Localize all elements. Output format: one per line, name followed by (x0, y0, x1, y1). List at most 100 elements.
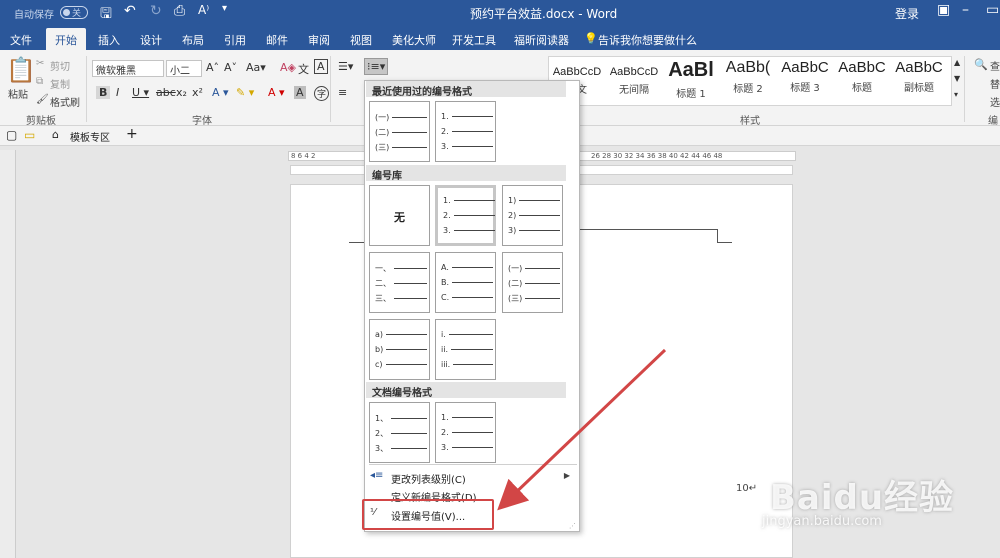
text-effects-icon[interactable]: A ▾ (212, 86, 229, 99)
font-name-combo[interactable]: 微软雅黑 (92, 60, 164, 77)
tile-line (386, 349, 427, 350)
numbering-format-tile[interactable]: a) b) c) (369, 319, 430, 380)
numbering-format-tile[interactable]: (一) (二) (三) (502, 252, 563, 313)
folder-icon[interactable]: ▭ (24, 128, 35, 142)
tile-row: a) (375, 330, 427, 339)
print-preview-icon[interactable]: ⎙ (174, 3, 185, 19)
tab-beautify[interactable]: 美化大师 (392, 32, 436, 48)
find-icon[interactable]: 🔍 (974, 58, 988, 71)
tab-review[interactable]: 审阅 (308, 32, 330, 48)
numbering-format-tile[interactable]: 1、 2、 3、 (369, 402, 430, 463)
char-shading-icon[interactable]: A (294, 86, 306, 99)
format-painter-icon[interactable]: 🖌 (36, 94, 49, 105)
copy-icon[interactable]: ⧉ (36, 76, 43, 87)
highlight-icon[interactable]: ✎ ▾ (236, 86, 254, 99)
italic-icon[interactable]: I (116, 86, 119, 99)
cut-label[interactable]: 剪切 (50, 58, 70, 73)
numbering-format-tile[interactable]: (一) (二) (三) (369, 101, 430, 162)
underline-icon[interactable]: U ▾ (132, 86, 149, 99)
strikethrough-icon[interactable]: abc (156, 86, 176, 99)
template-tab[interactable]: 模板专区 (70, 129, 110, 144)
login-button[interactable]: 登录 (895, 5, 919, 22)
enclose-char-icon[interactable]: 字 (314, 86, 330, 101)
tile-line (525, 268, 560, 269)
find-label[interactable]: 查 (990, 58, 1000, 73)
align-left-icon[interactable]: ≡ (338, 86, 347, 99)
style-item[interactable]: AaBbC 副标题 (890, 56, 948, 104)
grow-font-icon[interactable]: A˄ (206, 61, 219, 74)
styles-more-icon[interactable]: ▾ (954, 90, 958, 99)
copy-label[interactable]: 复制 (50, 76, 70, 91)
tab-foxit[interactable]: 福昕阅读器 (514, 32, 569, 48)
redo-icon[interactable]: ↻ (150, 3, 162, 19)
replace-label[interactable]: 替 (990, 76, 1000, 91)
styles-scroll-down-icon[interactable]: ▼ (954, 74, 960, 83)
phonetic-icon[interactable]: 文 (298, 61, 309, 77)
style-item[interactable]: AaBbC 标题 (833, 56, 891, 104)
tab-design[interactable]: 设计 (140, 32, 162, 48)
tab-layout[interactable]: 布局 (182, 32, 204, 48)
char-border-icon[interactable]: A (314, 59, 328, 74)
minimize-icon[interactable]: – (962, 2, 969, 18)
styles-scroll-up-icon[interactable]: ▲ (954, 58, 960, 67)
bold-icon[interactable]: B (96, 86, 111, 99)
change-case-icon[interactable]: Aa▾ (246, 61, 266, 74)
resize-grip-icon[interactable]: ⋰ (569, 522, 576, 530)
tile-row: i. (441, 330, 493, 339)
home-icon[interactable]: ⌂ (52, 128, 59, 141)
subscript-icon[interactable]: x₂ (176, 86, 187, 99)
style-item[interactable]: AaBbC 标题 3 (776, 56, 834, 104)
style-item[interactable]: AaBl 标题 1 (662, 56, 720, 104)
format-painter-label[interactable]: 格式刷 (50, 94, 80, 109)
paste-icon[interactable]: 📋 (6, 56, 36, 84)
tile-line (519, 200, 560, 201)
numbering-format-tile[interactable]: A. B. C. (435, 252, 496, 313)
paste-label[interactable]: 粘贴 (8, 86, 28, 101)
tab-mailings[interactable]: 邮件 (266, 32, 288, 48)
vertical-ruler[interactable] (0, 150, 16, 558)
tab-insert[interactable]: 插入 (98, 32, 120, 48)
tab-developer[interactable]: 开发工具 (452, 32, 496, 48)
numbering-format-tile[interactable]: 1. 2. 3. (435, 101, 496, 162)
ribbon-display-icon[interactable]: ▣ (937, 2, 950, 18)
numbering-format-tile[interactable]: 1) 2) 3) (502, 185, 563, 246)
numbering-format-tile[interactable]: 1. 2. 3. (435, 185, 496, 246)
numbering-none-tile[interactable]: 无 (369, 185, 430, 246)
indent-icon: ◂≡ (370, 470, 384, 481)
font-color-icon[interactable]: A ▾ (268, 86, 285, 99)
shrink-font-icon[interactable]: A˅ (224, 61, 237, 74)
numbering-format-tile[interactable]: 1. 2. 3. (435, 402, 496, 463)
autosave-toggle[interactable]: 关 (60, 6, 88, 19)
tile-marker: 2. (443, 211, 451, 220)
bullets-icon[interactable]: ☰▾ (338, 60, 353, 73)
numbering-format-tile[interactable]: 一、 二、 三、 (369, 252, 430, 313)
tab-view[interactable]: 视图 (350, 32, 372, 48)
font-size-combo[interactable]: 小二 (166, 60, 202, 77)
tile-row: 2. (441, 127, 493, 136)
tab-references[interactable]: 引用 (224, 32, 246, 48)
superscript-icon[interactable]: x² (192, 86, 203, 99)
ribbon-tabs: 文件 开始 插入 设计 布局 引用 邮件 审阅 视图 美化大师 开发工具 福昕阅… (0, 26, 1000, 54)
new-tab-button[interactable]: + (126, 126, 138, 142)
cut-icon[interactable]: ✂ (36, 58, 44, 69)
style-item[interactable]: AaBbCcD 无间隔 (605, 56, 663, 104)
style-item[interactable]: AaBb(标题 2 (719, 56, 777, 104)
undo-icon[interactable]: ↶ (124, 3, 136, 19)
customize-qat-icon[interactable]: ▾ (222, 3, 227, 14)
restore-icon[interactable]: ▭ (986, 2, 999, 18)
save-icon[interactable]: 🖫 (100, 3, 112, 27)
tile-marker: iii. (441, 360, 451, 369)
tell-me-input[interactable]: 告诉我你想要做什么 (598, 32, 697, 48)
select-label[interactable]: 选 (990, 94, 1000, 109)
read-aloud-icon[interactable]: A⁾ (198, 3, 209, 17)
tab-file[interactable]: 文件 (10, 32, 32, 48)
page-icon[interactable]: ▢ (6, 128, 17, 142)
font-name-value: 微软雅黑 (96, 66, 136, 77)
tile-marker: (一) (508, 264, 523, 273)
numbering-format-tile[interactable]: i. ii. iii. (435, 319, 496, 380)
tile-line (451, 417, 493, 418)
clear-format-icon[interactable]: A◈ (280, 61, 296, 74)
tile-line (453, 364, 493, 365)
change-list-level-item[interactable]: ◂≡ 更改列表级别(C) ▶ (366, 469, 578, 487)
numbering-icon[interactable]: ⁝≡▾ (364, 58, 389, 75)
